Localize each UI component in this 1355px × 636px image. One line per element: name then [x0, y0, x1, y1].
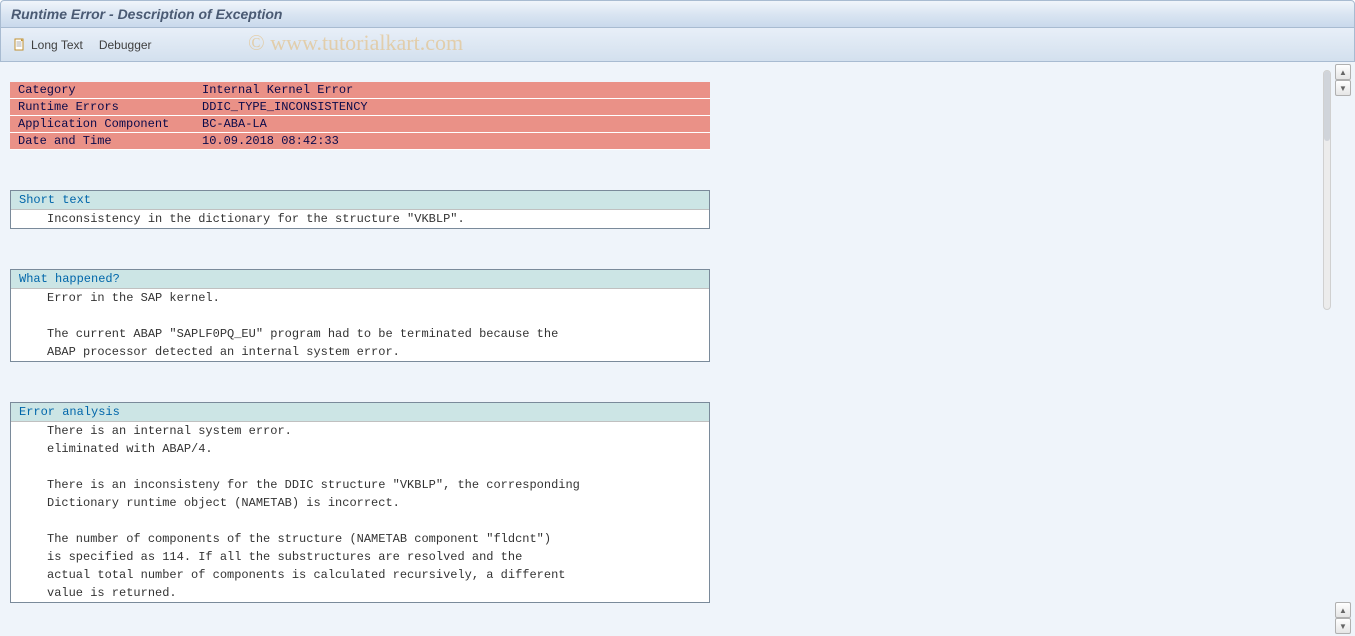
content-area: ▲ ▼ ▲ ▼ Category Internal Kernel Error R…	[0, 62, 1355, 636]
section-body: Error in the SAP kernel. The current ABA…	[11, 289, 709, 361]
section-line: There is an inconsisteny for the DDIC st…	[11, 476, 709, 494]
long-text-label: Long Text	[31, 38, 83, 52]
scroll-top-controls: ▲ ▼	[1335, 64, 1351, 96]
scroll-up-bottom-button[interactable]: ▲	[1335, 602, 1351, 618]
section-line: Inconsistency in the dictionary for the …	[11, 210, 709, 228]
scroll-bottom-controls: ▲ ▼	[1335, 602, 1351, 634]
debugger-label: Debugger	[99, 38, 152, 52]
error-analysis-section: Error analysis There is an internal syst…	[10, 402, 710, 603]
section-line: Dictionary runtime object (NAMETAB) is i…	[11, 494, 709, 512]
header-row-app-component: Application Component BC-ABA-LA	[10, 116, 710, 133]
section-body: There is an internal system error. elimi…	[11, 422, 709, 602]
section-line: eliminated with ABAP/4.	[11, 440, 709, 458]
scroll-down-bottom-button[interactable]: ▼	[1335, 618, 1351, 634]
header-row-runtime-errors: Runtime Errors DDIC_TYPE_INCONSISTENCY	[10, 99, 710, 116]
header-row-date-time: Date and Time 10.09.2018 08:42:33	[10, 133, 710, 150]
scroll-down-button[interactable]: ▼	[1335, 80, 1351, 96]
section-line: Error in the SAP kernel.	[11, 289, 709, 307]
window-title: Runtime Error - Description of Exception	[11, 6, 282, 22]
section-line	[11, 512, 709, 530]
section-line: actual total number of components is cal…	[11, 566, 709, 584]
section-line: The number of components of the structur…	[11, 530, 709, 548]
section-title: Short text	[11, 191, 709, 210]
short-text-section: Short text Inconsistency in the dictiona…	[10, 190, 710, 229]
long-text-button[interactable]: Long Text	[13, 38, 83, 52]
section-body: Inconsistency in the dictionary for the …	[11, 210, 709, 228]
header-label: Date and Time	[10, 133, 200, 149]
header-label: Runtime Errors	[10, 99, 200, 115]
title-bar: Runtime Error - Description of Exception	[0, 0, 1355, 28]
error-header-block: Category Internal Kernel Error Runtime E…	[10, 82, 710, 150]
section-line	[11, 307, 709, 325]
section-line: is specified as 114. If all the substruc…	[11, 548, 709, 566]
header-label: Category	[10, 82, 200, 98]
debugger-button[interactable]: Debugger	[99, 38, 152, 52]
section-title: What happened?	[11, 270, 709, 289]
header-value: 10.09.2018 08:42:33	[200, 133, 710, 149]
document-icon	[13, 38, 27, 52]
header-row-category: Category Internal Kernel Error	[10, 82, 710, 99]
scrollbar-thumb[interactable]	[1324, 71, 1330, 141]
section-line: value is returned.	[11, 584, 709, 602]
toolbar: Long Text Debugger	[0, 28, 1355, 62]
header-value: BC-ABA-LA	[200, 116, 710, 132]
what-happened-section: What happened? Error in the SAP kernel. …	[10, 269, 710, 362]
header-label: Application Component	[10, 116, 200, 132]
scrollbar-track[interactable]	[1323, 70, 1331, 310]
header-value: DDIC_TYPE_INCONSISTENCY	[200, 99, 710, 115]
header-value: Internal Kernel Error	[200, 82, 710, 98]
section-line	[11, 458, 709, 476]
section-title: Error analysis	[11, 403, 709, 422]
section-line: There is an internal system error.	[11, 422, 709, 440]
scroll-up-button[interactable]: ▲	[1335, 64, 1351, 80]
section-line: The current ABAP "SAPLF0PQ_EU" program h…	[11, 325, 709, 343]
section-line: ABAP processor detected an internal syst…	[11, 343, 709, 361]
